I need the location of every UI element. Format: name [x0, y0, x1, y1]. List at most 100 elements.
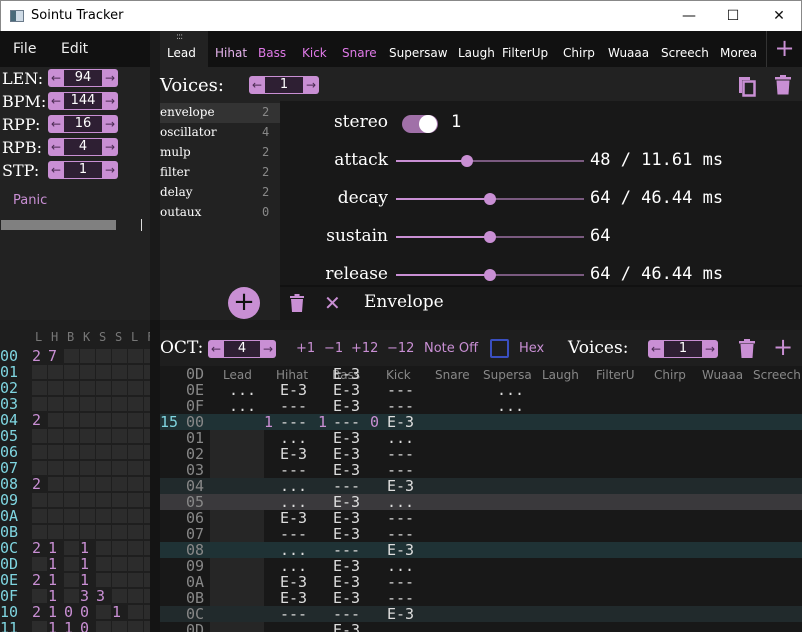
- order-cell[interactable]: [48, 509, 63, 523]
- note-cell-bass[interactable]: E-3: [333, 366, 360, 382]
- stereo-toggle[interactable]: [402, 115, 438, 133]
- order-cell[interactable]: 1: [48, 557, 63, 572]
- order-cell[interactable]: [80, 397, 95, 411]
- order-cell[interactable]: [128, 557, 143, 571]
- order-cell[interactable]: [32, 429, 47, 443]
- order-cell[interactable]: [128, 461, 143, 475]
- order-cell[interactable]: [96, 509, 111, 523]
- minimize-button[interactable]: —: [675, 5, 703, 27]
- track-voices-stepper[interactable]: ← 1 →: [648, 340, 718, 358]
- order-cell[interactable]: [32, 493, 47, 507]
- order-cell[interactable]: [80, 445, 95, 459]
- order-cell[interactable]: [128, 413, 143, 427]
- note-cell-hihat[interactable]: ---: [280, 398, 307, 414]
- song-param-value[interactable]: 94: [64, 70, 102, 86]
- order-cell[interactable]: [96, 573, 111, 587]
- order-cell[interactable]: [128, 493, 143, 507]
- note-cell-kick[interactable]: E-3: [387, 414, 414, 430]
- note-cell-supersaw[interactable]: ...: [497, 398, 524, 414]
- decrease-arrow-icon[interactable]: ←: [48, 138, 64, 156]
- note-cell-bass[interactable]: ---: [333, 542, 360, 558]
- add-track-icon[interactable]: +: [773, 333, 793, 361]
- delete-track-icon[interactable]: [739, 339, 755, 362]
- note-cell-bass[interactable]: E-3: [333, 622, 360, 632]
- track-voices-value[interactable]: 1: [664, 341, 702, 357]
- tracker-row[interactable]: 0F... --- E-3 ---...: [160, 398, 802, 414]
- order-cell[interactable]: [48, 413, 63, 427]
- order-cell[interactable]: 1: [80, 541, 95, 556]
- order-cell[interactable]: [96, 477, 111, 491]
- increase-arrow-icon[interactable]: →: [260, 340, 276, 358]
- order-cell[interactable]: [32, 621, 47, 632]
- instrument-tab-kick[interactable]: Kick: [295, 31, 335, 67]
- order-cell[interactable]: [96, 381, 111, 395]
- order-cell[interactable]: [80, 477, 95, 491]
- song-param-stepper[interactable]: ← 1 →: [48, 161, 118, 179]
- decrease-arrow-icon[interactable]: ←: [648, 340, 664, 358]
- order-cell[interactable]: [32, 461, 47, 475]
- transpose-minus1-button[interactable]: −1: [324, 341, 343, 356]
- order-cell[interactable]: [112, 621, 127, 632]
- tracker-row[interactable]: 15 00 --- --- E-3 1 1 0: [160, 414, 802, 430]
- order-cell[interactable]: [96, 525, 111, 539]
- instrument-tab-snare[interactable]: Snare: [335, 31, 382, 67]
- order-cell[interactable]: [64, 429, 79, 443]
- song-param-stepper[interactable]: ← 4 →: [48, 138, 118, 156]
- note-cell-bass[interactable]: E-3: [333, 574, 360, 590]
- song-param-stepper[interactable]: ← 16 →: [48, 115, 118, 133]
- order-cell[interactable]: [128, 589, 143, 603]
- instrument-tab-laugh[interactable]: Laugh: [451, 31, 495, 67]
- order-cell[interactable]: 2: [32, 573, 47, 588]
- param-slider[interactable]: [396, 231, 584, 243]
- drag-grip-icon[interactable]: :::: [176, 32, 183, 42]
- order-cell[interactable]: [128, 605, 143, 619]
- instrument-tab-chirp[interactable]: Chirp: [556, 31, 601, 67]
- note-cell-bass[interactable]: ---: [333, 606, 360, 622]
- order-cell[interactable]: 7: [48, 349, 63, 364]
- voices-stepper[interactable]: ← 1 →: [249, 76, 319, 94]
- decrease-arrow-icon[interactable]: ←: [48, 161, 64, 179]
- param-slider[interactable]: [396, 193, 584, 205]
- order-cell[interactable]: [80, 493, 95, 507]
- increase-arrow-icon[interactable]: →: [102, 161, 118, 179]
- note-cell-kick[interactable]: E-3: [387, 478, 414, 494]
- order-cell[interactable]: [48, 445, 63, 459]
- order-cell[interactable]: [112, 397, 127, 411]
- note-cell-hihat[interactable]: E-3: [280, 590, 307, 606]
- order-cell[interactable]: [112, 429, 127, 443]
- instrument-tab-morea[interactable]: Morea: [713, 31, 761, 67]
- song-param-value[interactable]: 4: [64, 139, 102, 155]
- order-cell[interactable]: [96, 445, 111, 459]
- order-cell[interactable]: [64, 381, 79, 395]
- note-cell-bass[interactable]: E-3: [333, 462, 360, 478]
- note-cell-bass[interactable]: ---: [333, 478, 360, 494]
- order-cell[interactable]: 1: [80, 557, 95, 572]
- order-cell[interactable]: 3: [96, 589, 111, 604]
- order-cell[interactable]: [80, 461, 95, 475]
- slider-handle[interactable]: [460, 155, 473, 167]
- order-cell[interactable]: [96, 365, 111, 379]
- note-cell-kick[interactable]: ---: [387, 462, 414, 478]
- note-cell-hihat[interactable]: ...: [280, 430, 307, 446]
- order-cell[interactable]: 1: [48, 605, 63, 620]
- order-cell[interactable]: [48, 429, 63, 443]
- note-cell-bass[interactable]: E-3: [333, 590, 360, 606]
- order-cell[interactable]: [112, 493, 127, 507]
- copy-instrument-icon[interactable]: [737, 75, 757, 101]
- order-cell[interactable]: [32, 381, 47, 395]
- order-cell[interactable]: [96, 557, 111, 571]
- note-cell-hihat[interactable]: E-3: [280, 382, 307, 398]
- order-cell[interactable]: [128, 509, 143, 523]
- note-cell-kick[interactable]: ...: [387, 430, 414, 446]
- tracker-row[interactable]: 0C --- --- E-3: [160, 606, 802, 622]
- order-cell[interactable]: [48, 493, 63, 507]
- clear-unit-icon[interactable]: ✕: [324, 291, 341, 315]
- order-cell[interactable]: [112, 557, 127, 571]
- increase-arrow-icon[interactable]: →: [102, 138, 118, 156]
- note-cell-bass[interactable]: E-3: [333, 526, 360, 542]
- order-cell[interactable]: 1: [48, 621, 63, 632]
- unit-item-envelope[interactable]: envelope 2: [160, 103, 280, 123]
- decrease-arrow-icon[interactable]: ←: [208, 340, 224, 358]
- param-slider[interactable]: [396, 155, 584, 167]
- order-cell[interactable]: [48, 381, 63, 395]
